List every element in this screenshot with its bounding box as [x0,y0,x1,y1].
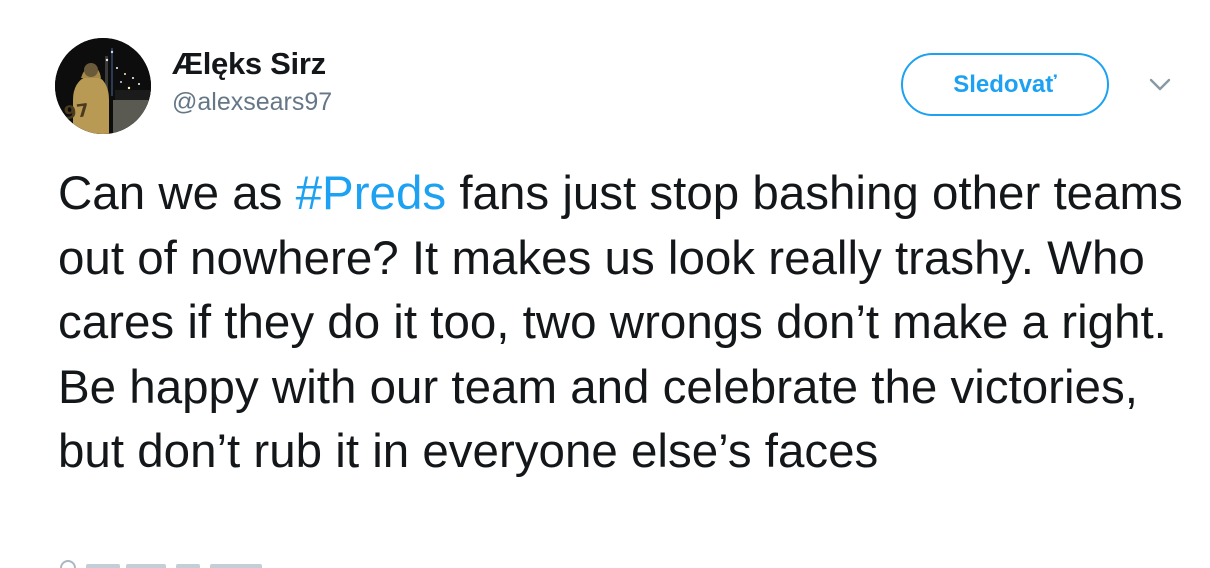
tweet-metadata-cutoff [60,560,320,568]
metadata-fragment [126,564,166,568]
svg-text:97: 97 [63,100,91,124]
avatar-image: 97 [55,38,151,134]
hashtag-link[interactable]: #Preds [296,167,447,220]
tweet-text: Can we as #Preds fans just stop bashing … [58,162,1198,485]
tweet-text-before: Can we as [58,167,296,220]
info-icon [60,560,76,568]
user-display-name[interactable]: Ælęks Sirz [172,46,326,82]
chevron-down-icon[interactable] [1145,74,1175,96]
tweet-card: 97 Ælęks Sirz @alexsears97 Sledovať Can … [0,0,1210,568]
metadata-fragment [210,564,262,568]
user-handle[interactable]: @alexsears97 [172,88,332,117]
metadata-fragment [86,564,120,568]
follow-button[interactable]: Sledovať [901,53,1109,116]
metadata-fragment [176,564,200,568]
avatar[interactable]: 97 [55,38,151,134]
